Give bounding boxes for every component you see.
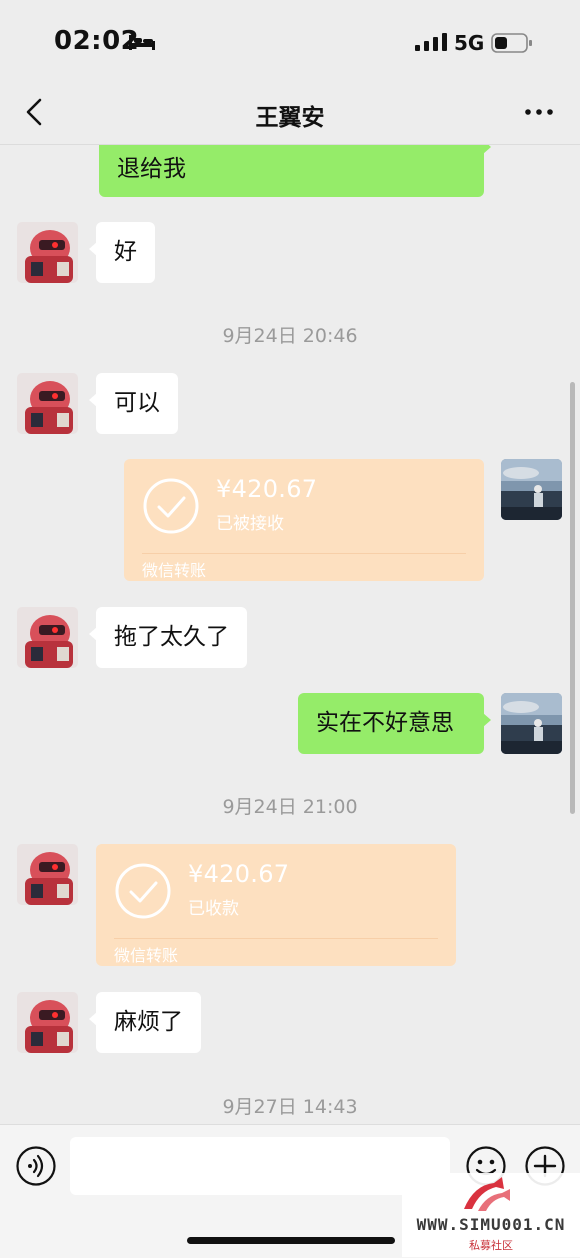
- voice-icon[interactable]: [15, 1145, 57, 1187]
- timestamp: 9月27日 14:43: [222, 1096, 358, 1118]
- contact-avatar[interactable]: [17, 844, 78, 905]
- message-bubble-other[interactable]: 好: [89, 222, 155, 283]
- navigation-bar: 王翼安: [0, 86, 580, 145]
- transfer-footer: 微信转账: [114, 946, 179, 965]
- contact-avatar[interactable]: [17, 373, 78, 434]
- check-circle-icon: [115, 863, 171, 919]
- message-text: 好: [114, 239, 137, 265]
- timestamp: 9月24日 21:00: [222, 796, 358, 818]
- message-bubble-other[interactable]: 可以: [89, 373, 178, 434]
- watermark-site: WWW.SIMU001.CN: [416, 1215, 566, 1234]
- timestamp: 9月24日 20:46: [222, 325, 358, 347]
- boat-photo-avatar-icon: [501, 693, 562, 754]
- bed-icon: [129, 35, 155, 50]
- transfer-status: 已被接收: [216, 514, 284, 534]
- transfer-status: 已收款: [188, 899, 239, 919]
- contact-avatar[interactable]: [17, 607, 78, 668]
- network-type: 5G: [454, 31, 485, 55]
- watermark-logo-icon: [464, 1177, 510, 1211]
- divider: [142, 553, 466, 554]
- transfer-card[interactable]: ¥420.67 已被接收 微信转账: [124, 459, 484, 581]
- message-text: 可以: [114, 390, 160, 416]
- self-avatar[interactable]: [501, 693, 562, 754]
- transfer-card[interactable]: ¥420.67 已收款 微信转账: [96, 844, 456, 966]
- boat-photo-avatar-icon: [501, 459, 562, 520]
- transfer-footer: 微信转账: [142, 561, 207, 580]
- home-indicator[interactable]: [187, 1237, 395, 1244]
- message-input[interactable]: [70, 1137, 450, 1195]
- watermark-subtitle: 私募社区: [469, 1239, 513, 1252]
- message-bubble-other[interactable]: 拖了太久了: [89, 607, 247, 668]
- message-text: 退给我: [117, 156, 186, 182]
- message-text: 麻烦了: [114, 1009, 183, 1035]
- message-bubble-self[interactable]: 实在不好意思: [298, 693, 491, 754]
- check-circle-icon: [143, 478, 199, 534]
- chat-title: 王翼安: [255, 105, 325, 131]
- robot-avatar-icon: [17, 607, 78, 668]
- scrollbar[interactable]: [570, 382, 575, 814]
- contact-avatar[interactable]: [17, 992, 78, 1053]
- signal-icon: [415, 33, 447, 51]
- message-bubble-other[interactable]: 麻烦了: [89, 992, 201, 1053]
- transfer-amount: ¥420.67: [216, 475, 318, 503]
- robot-avatar-icon: [17, 992, 78, 1053]
- transfer-amount: ¥420.67: [188, 860, 290, 888]
- robot-avatar-icon: [17, 844, 78, 905]
- message-text: 实在不好意思: [316, 710, 454, 736]
- robot-avatar-icon: [17, 222, 78, 283]
- status-time: 02:02: [54, 26, 140, 56]
- robot-avatar-icon: [17, 373, 78, 434]
- chat-area: 退给我 好 9月24日 20:46 可以 ¥420.67 已被接收 微信转账 拖…: [0, 0, 580, 1257]
- message-text: 拖了太久了: [114, 624, 229, 650]
- watermark: WWW.SIMU001.CN 私募社区: [402, 1173, 580, 1257]
- battery-icon: [491, 33, 532, 53]
- self-avatar[interactable]: [501, 459, 562, 520]
- more-icon[interactable]: [522, 100, 556, 124]
- status-bar: 02:02 5G: [0, 0, 580, 86]
- contact-avatar[interactable]: [17, 222, 78, 283]
- divider: [114, 938, 438, 939]
